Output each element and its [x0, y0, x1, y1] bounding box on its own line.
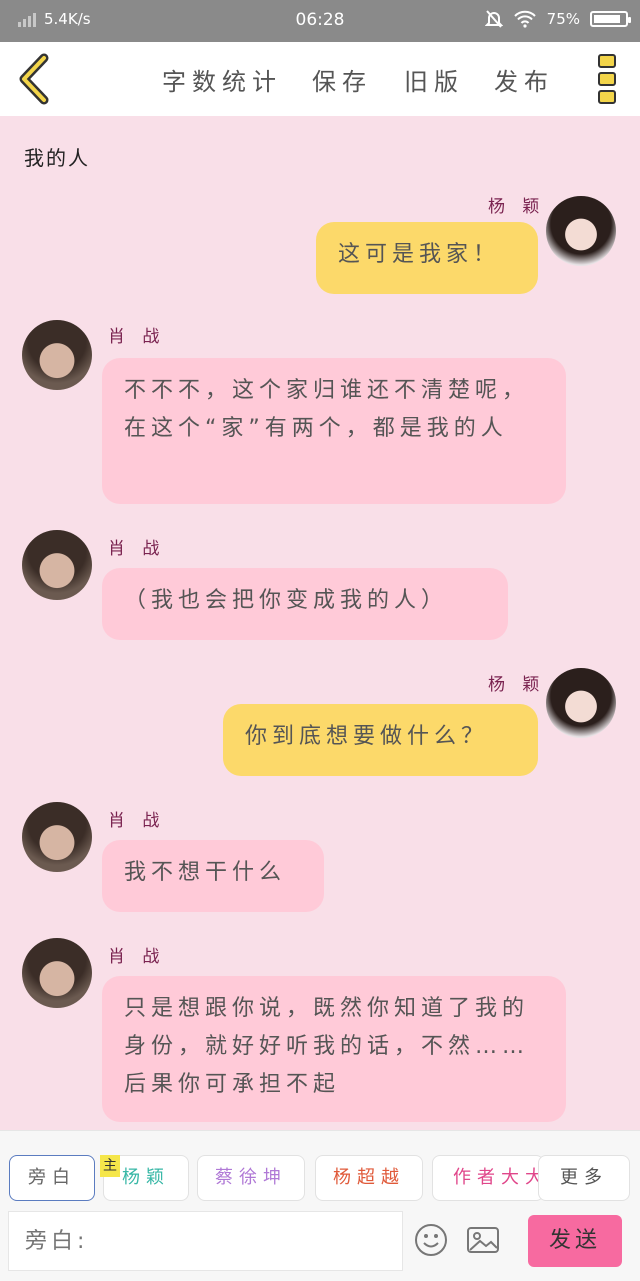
message-input[interactable] [8, 1211, 403, 1271]
chat-message[interactable]: 不不不，这个家归谁还不清楚呢，在这个“家”有两个，都是我的人 [102, 358, 566, 504]
sender-name: 肖 战 [108, 539, 166, 559]
sender-name: 肖 战 [108, 327, 166, 347]
emoji-icon[interactable] [414, 1223, 448, 1257]
chat-message[interactable]: 你到底想要做什么？ [223, 704, 538, 776]
avatar[interactable] [546, 196, 616, 266]
word-count-button[interactable]: 字数统计 [162, 62, 282, 97]
battery-icon [590, 11, 631, 27]
wifi-icon [513, 10, 536, 28]
menu-dot-icon [598, 54, 616, 68]
chat-message[interactable]: 这可是我家！ [316, 222, 538, 294]
role-chip-narration[interactable]: 旁白 [9, 1155, 95, 1201]
avatar[interactable] [22, 938, 92, 1008]
composer: 旁白 杨颖 主 蔡徐坤 杨超越 作者大大 更多 发送 [0, 1130, 640, 1281]
sender-name: 杨 颖 [488, 197, 546, 217]
sender-name: 肖 战 [108, 947, 166, 967]
old-version-button[interactable]: 旧版 [404, 62, 464, 97]
send-button[interactable]: 发送 [528, 1215, 622, 1267]
status-bar: 5.4K/s 06:28 75% [0, 0, 640, 42]
chevron-left-icon [19, 53, 49, 105]
main-role-badge: 主 [100, 1155, 120, 1177]
chat-message[interactable]: 我不想干什么 [102, 840, 324, 912]
chat-title: 我的人 [24, 146, 90, 170]
status-icons: 75% [484, 9, 631, 29]
avatar[interactable] [22, 320, 92, 390]
avatar[interactable] [546, 668, 616, 738]
sender-name: 杨 颖 [488, 675, 546, 695]
role-chip-yangchaoyue[interactable]: 杨超越 [315, 1155, 423, 1201]
avatar[interactable] [22, 530, 92, 600]
menu-dot-icon [598, 72, 616, 86]
more-roles-button[interactable]: 更多 [538, 1155, 630, 1201]
back-button[interactable] [12, 52, 62, 106]
publish-button[interactable]: 发布 [494, 62, 554, 97]
role-chip-caixukun[interactable]: 蔡徐坤 [197, 1155, 305, 1201]
chat-message[interactable]: （我也会把你变成我的人） [102, 568, 508, 640]
avatar[interactable] [22, 802, 92, 872]
mute-icon [484, 10, 503, 28]
chat-area[interactable]: 我的人 杨 颖 这可是我家！ 肖 战 不不不，这个家归谁还不清楚呢，在这个“家”… [0, 116, 640, 1130]
role-chip-author[interactable]: 作者大大 [432, 1155, 544, 1201]
battery-percent: 75% [546, 10, 580, 28]
menu-dot-icon [598, 90, 616, 104]
image-icon[interactable] [466, 1223, 500, 1257]
more-menu-button[interactable] [598, 54, 618, 104]
top-toolbar: 字数统计 保存 旧版 发布 [0, 42, 640, 117]
save-button[interactable]: 保存 [312, 62, 372, 97]
chat-message[interactable]: 只是想跟你说，既然你知道了我的身份，就好好听我的话，不然……后果你可承担不起 [102, 976, 566, 1122]
sender-name: 肖 战 [108, 811, 166, 831]
